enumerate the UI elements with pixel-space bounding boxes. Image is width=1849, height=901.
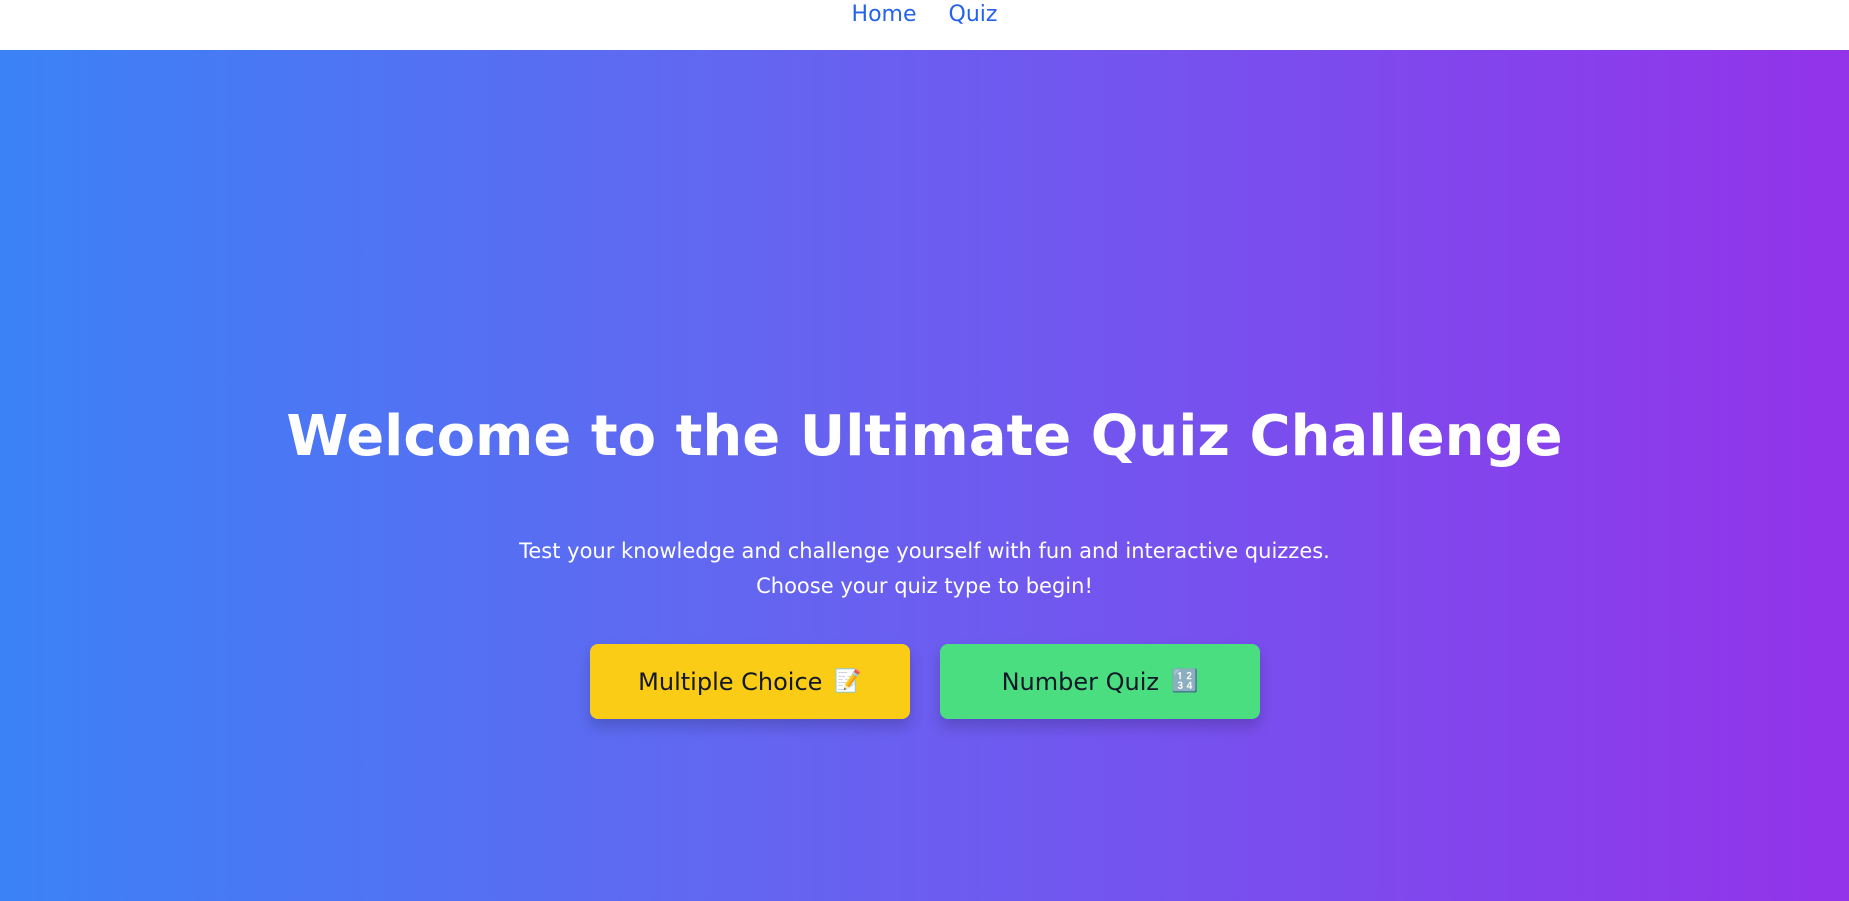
number-input-icon: 🔢 bbox=[1171, 669, 1199, 694]
multiple-choice-label: Multiple Choice bbox=[638, 667, 823, 696]
hero-section: Welcome to the Ultimate Quiz Challenge T… bbox=[0, 50, 1849, 901]
nav-link-home[interactable]: Home bbox=[852, 0, 917, 50]
hero-title: Welcome to the Ultimate Quiz Challenge bbox=[286, 404, 1563, 469]
number-quiz-label: Number Quiz bbox=[1001, 667, 1159, 696]
memo-icon: 📝 bbox=[834, 669, 862, 694]
top-navigation: Home Quiz bbox=[0, 0, 1849, 50]
number-quiz-button[interactable]: Number Quiz 🔢 bbox=[940, 644, 1260, 719]
nav-link-quiz[interactable]: Quiz bbox=[949, 0, 998, 50]
hero-subtitle: Test your knowledge and challenge yourse… bbox=[519, 539, 1330, 598]
multiple-choice-button[interactable]: Multiple Choice 📝 bbox=[590, 644, 910, 719]
